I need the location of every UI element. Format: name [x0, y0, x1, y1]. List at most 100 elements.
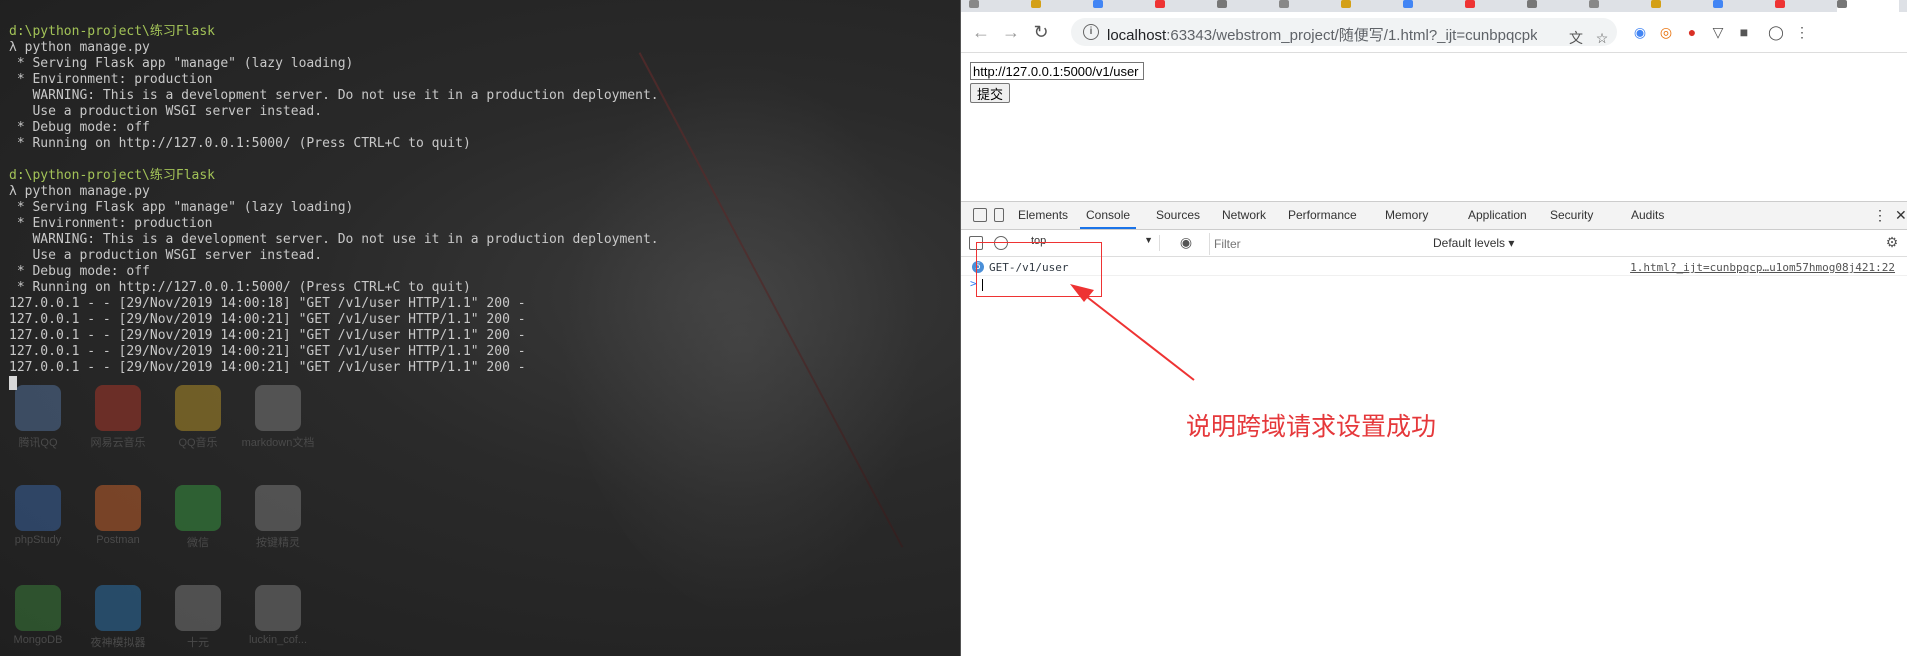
- terminal-line: λ python manage.py: [9, 184, 150, 199]
- desktop-icon[interactable]: luckin_cof...: [240, 585, 316, 646]
- close-icon[interactable]: ✕: [1895, 202, 1907, 229]
- browser-tab[interactable]: [1527, 0, 1589, 12]
- tab-elements[interactable]: Elements: [1012, 202, 1074, 229]
- desktop-icon-label: MongoDB: [13, 634, 63, 646]
- terminal-line: * Environment: production: [9, 72, 213, 87]
- browser-tab[interactable]: [1713, 0, 1775, 12]
- profile-icon[interactable]: ◯: [1767, 23, 1785, 41]
- terminal-cursor-line: [9, 376, 659, 392]
- tab-console[interactable]: Console: [1080, 202, 1137, 229]
- translate-icon[interactable]: 文: [1567, 29, 1585, 47]
- forward-icon[interactable]: →: [999, 20, 1023, 44]
- browser-tab[interactable]: [1775, 0, 1837, 12]
- terminal-line: * Serving Flask app "manage" (lazy loadi…: [9, 200, 354, 215]
- log-source-link[interactable]: 1.html?_ijt=cunbpqcp…u1om57hmog08j421:22: [1630, 261, 1895, 274]
- levels-dropdown[interactable]: Default levels ▾: [1433, 236, 1514, 250]
- browser-tab[interactable]: [1093, 0, 1155, 12]
- tab-performance[interactable]: Performance: [1282, 202, 1363, 229]
- browser-tab[interactable]: [1217, 0, 1279, 12]
- desktop-icon-label: QQ音乐: [178, 437, 218, 449]
- url-text[interactable]: localhost:63343/webstrom_project/随便写/1.h…: [1107, 24, 1537, 45]
- browser-tab[interactable]: [1031, 0, 1093, 12]
- desktop-icon-label: 腾讯QQ: [18, 437, 58, 449]
- terminal-line: Use a production WSGI server instead.: [9, 248, 323, 263]
- tab-audits[interactable]: Audits: [1625, 202, 1670, 229]
- terminal-line: WARNING: This is a development server. D…: [9, 88, 659, 103]
- console-prompt[interactable]: >: [961, 276, 1907, 292]
- settings-gear-icon[interactable]: ⚙: [1883, 233, 1901, 251]
- filter-input[interactable]: [1209, 233, 1422, 255]
- terminal-line: λ python manage.py: [9, 40, 150, 55]
- eye-icon[interactable]: ◉: [1177, 233, 1195, 251]
- app-icon: [175, 585, 221, 631]
- terminal-cursor: [9, 376, 17, 390]
- chrome-extension-icon[interactable]: ◉: [1631, 23, 1649, 41]
- browser-tab[interactable]: [969, 0, 1031, 12]
- terminal-line: * Running on http://127.0.0.1:5000/ (Pre…: [9, 136, 471, 151]
- devtools-tabs: Elements Console Sources Network Performance…: [961, 202, 1907, 230]
- desktop-icon[interactable]: QQ音乐: [160, 385, 236, 450]
- devtools-menu-icon[interactable]: ⋮: [1873, 202, 1887, 229]
- desktop-icon[interactable]: 夜神模拟器: [80, 585, 156, 650]
- desktop-icon-label: markdown文档: [241, 437, 315, 449]
- tab-favicon-icon: [1713, 0, 1723, 8]
- desktop-icon[interactable]: markdown文档: [240, 385, 316, 450]
- back-icon[interactable]: ←: [969, 20, 993, 44]
- desktop-icon-label: 网易云音乐: [90, 437, 146, 449]
- tab-security[interactable]: Security: [1544, 202, 1599, 229]
- tab-favicon-icon: [1155, 0, 1165, 8]
- terminal-line: d:\python-project\练习Flask: [9, 24, 216, 39]
- browser-tab[interactable]: [1403, 0, 1465, 12]
- desktop-icon[interactable]: 腾讯QQ: [0, 385, 76, 450]
- desktop-icon[interactable]: 微信: [160, 485, 236, 550]
- terminal-line: WARNING: This is a development server. D…: [9, 232, 659, 247]
- tab-favicon-icon: [969, 0, 979, 8]
- tab-favicon-icon: [1403, 0, 1413, 8]
- browser-window: ← → ↻ i localhost:63343/webstrom_project…: [961, 0, 1907, 656]
- tab-favicon-icon: [1217, 0, 1227, 8]
- desktop-icon[interactable]: MongoDB: [0, 585, 76, 646]
- terminal-line: * Running on http://127.0.0.1:5000/ (Pre…: [9, 280, 471, 295]
- desktop-icon[interactable]: phpStudy: [0, 485, 76, 546]
- address-bar[interactable]: i localhost:63343/webstrom_project/随便写/1…: [1071, 18, 1617, 46]
- tab-sources[interactable]: Sources: [1150, 202, 1206, 229]
- browser-tab[interactable]: [1651, 0, 1713, 12]
- desktop-icon-label: 十元: [187, 637, 209, 649]
- app-icon: [15, 585, 61, 631]
- desktop-icon[interactable]: 网易云音乐: [80, 385, 156, 450]
- browser-tab[interactable]: [1589, 0, 1651, 12]
- reload-icon[interactable]: ↻: [1029, 20, 1053, 44]
- terminal-output: d:\python-project\练习Flask λ python manage…: [9, 24, 659, 392]
- desktop-icon[interactable]: 十元: [160, 585, 236, 650]
- terminal-line: * Serving Flask app "manage" (lazy loadi…: [9, 56, 354, 71]
- info-icon[interactable]: i: [1083, 24, 1099, 40]
- vue-devtools-icon[interactable]: ▽: [1709, 23, 1727, 41]
- app-icon: [255, 485, 301, 531]
- terminal-line: 127.0.0.1 - - [29/Nov/2019 14:00:21] "GE…: [9, 312, 526, 327]
- star-icon[interactable]: ☆: [1593, 29, 1611, 47]
- desktop-icon[interactable]: Postman: [80, 485, 156, 546]
- browser-tab[interactable]: [1837, 0, 1899, 12]
- tab-memory[interactable]: Memory: [1379, 202, 1434, 229]
- desktop-icon-label: luckin_cof...: [248, 634, 308, 646]
- app-icon: [95, 585, 141, 631]
- menu-icon[interactable]: ⋮: [1793, 23, 1811, 41]
- extension-icon[interactable]: ●: [1683, 23, 1701, 41]
- browser-tab[interactable]: [1465, 0, 1527, 12]
- submit-button[interactable]: 提交: [970, 83, 1010, 103]
- device-toggle-icon[interactable]: [994, 208, 1004, 222]
- tab-application[interactable]: Application: [1462, 202, 1533, 229]
- url-input[interactable]: [970, 62, 1144, 80]
- extension-icon[interactable]: ■: [1735, 23, 1753, 41]
- browser-tab[interactable]: [1155, 0, 1217, 12]
- desktop-icon[interactable]: 按键精灵: [240, 485, 316, 550]
- tab-favicon-icon: [1527, 0, 1537, 8]
- browser-tab[interactable]: [1279, 0, 1341, 12]
- browser-tab[interactable]: [1341, 0, 1403, 12]
- inspect-icon[interactable]: [973, 208, 987, 222]
- console-message: 5 GET-/v1/user 1.html?_ijt=cunbpqcp…u1om…: [961, 259, 1907, 276]
- terminal-window[interactable]: 腾讯QQ 网易云音乐 QQ音乐 markdown文档 phpStudy Postman 微信…: [0, 0, 960, 656]
- extension-icon[interactable]: ◎: [1657, 23, 1675, 41]
- tab-network[interactable]: Network: [1216, 202, 1272, 229]
